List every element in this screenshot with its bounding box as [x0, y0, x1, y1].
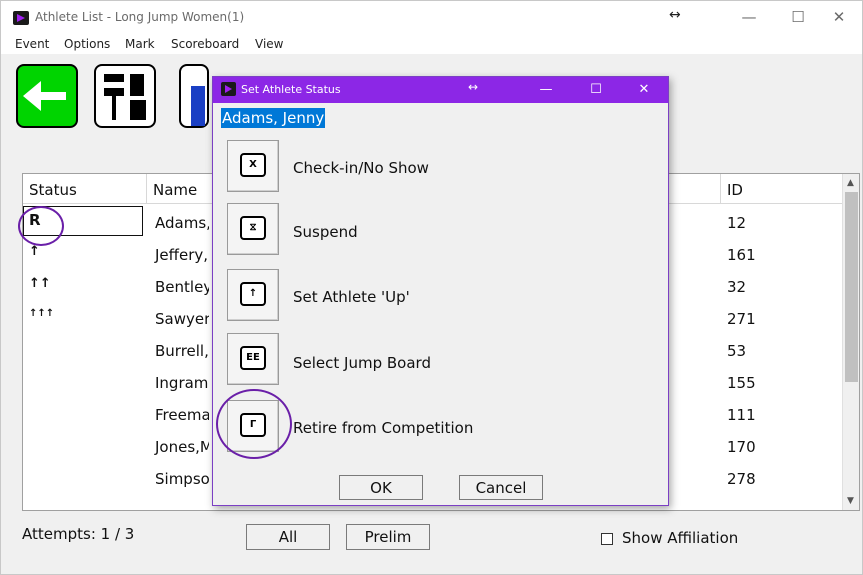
attempts-label: Attempts: 1 / 3	[22, 525, 135, 543]
status-cell	[23, 430, 147, 462]
dialog-title-bar: Set Athlete Status ↔ — ☐ ✕	[213, 77, 668, 103]
resize-arrows-icon: ↔	[669, 7, 681, 23]
all-button[interactable]: All	[246, 524, 330, 550]
resize-arrows-icon: ↔	[468, 80, 479, 94]
checkin-label: Check-in/No Show	[293, 159, 429, 177]
menu-options[interactable]: Options	[64, 37, 110, 51]
retire-label: Retire from Competition	[293, 419, 474, 437]
jump-board-button[interactable]: EE	[227, 333, 279, 385]
show-affiliation-checkbox[interactable]	[601, 533, 613, 545]
dialog-minimize-button[interactable]: —	[531, 80, 561, 100]
scroll-up-icon[interactable]: ▲	[847, 178, 854, 188]
suspend-icon: ⧖	[240, 216, 266, 240]
info-button[interactable]	[179, 64, 209, 128]
suspend-button[interactable]: ⧖	[227, 203, 279, 255]
prelim-button[interactable]: Prelim	[346, 524, 430, 550]
id-cell: 271	[727, 310, 756, 328]
menu-event[interactable]: Event	[15, 37, 49, 51]
selected-athlete-name[interactable]: Adams, Jenny	[221, 108, 326, 128]
athlete-up-label: Set Athlete 'Up'	[293, 288, 410, 306]
name-cell: Burrell,	[155, 342, 209, 360]
name-cell: Jeffery,	[155, 246, 209, 264]
annotation-circle	[18, 206, 64, 246]
status-cell	[23, 334, 147, 366]
name-cell: Sawyer,	[155, 310, 209, 328]
cancel-button[interactable]: Cancel	[459, 475, 543, 500]
show-affiliation-label: Show Affiliation	[622, 529, 739, 547]
menu-mark[interactable]: Mark	[125, 37, 155, 51]
name-cell: Ingram,	[155, 374, 209, 392]
info-icon	[191, 86, 205, 126]
header-status[interactable]: Status	[23, 174, 147, 204]
title-bar: Athlete List - Long Jump Women(1) ↔ — ☐ …	[1, 1, 862, 34]
menu-view[interactable]: View	[255, 37, 283, 51]
id-cell: 161	[727, 246, 756, 264]
id-cell: 12	[727, 214, 747, 232]
minimize-button[interactable]: —	[729, 5, 769, 29]
annotation-circle	[216, 389, 292, 459]
id-cell: 53	[727, 342, 747, 360]
name-cell: Jones,M	[155, 438, 209, 456]
name-cell: Adams,	[155, 214, 209, 232]
scroll-down-icon[interactable]: ▼	[847, 496, 854, 506]
table-scrollbar[interactable]: ▲ ▼	[842, 174, 859, 510]
id-cell: 32	[727, 278, 747, 296]
scroll-thumb[interactable]	[845, 192, 858, 382]
id-cell: 170	[727, 438, 756, 456]
name-cell: Simpson	[155, 470, 209, 488]
id-cell: 278	[727, 470, 756, 488]
id-cell: 111	[727, 406, 756, 424]
id-cell: 155	[727, 374, 756, 392]
app-logo-icon	[221, 82, 236, 96]
status-cell: ↑↑	[29, 276, 51, 291]
app-logo-icon	[13, 11, 29, 25]
maximize-button[interactable]: ☐	[778, 5, 818, 29]
jump-board-icon: EE	[240, 346, 266, 370]
athlete-up-button[interactable]: ↑	[227, 269, 279, 321]
checkin-icon: X	[240, 153, 266, 177]
window-title: Athlete List - Long Jump Women(1)	[35, 10, 245, 24]
header-id[interactable]: ID	[721, 174, 843, 204]
dialog-maximize-button[interactable]: ☐	[581, 80, 611, 100]
set-athlete-status-dialog: Set Athlete Status ↔ — ☐ ✕ Adams, Jenny …	[212, 76, 669, 506]
ok-button[interactable]: OK	[339, 475, 423, 500]
status-cell: ↑↑↑	[29, 308, 55, 319]
menu-bar: Event Options Mark Scoreboard View	[1, 34, 862, 54]
status-cell	[23, 462, 147, 494]
suspend-label: Suspend	[293, 223, 358, 241]
layout-button[interactable]	[94, 64, 156, 128]
status-cell	[23, 398, 147, 430]
status-cell	[23, 366, 147, 398]
checkin-button[interactable]: X	[227, 140, 279, 192]
name-cell: Bentley,	[155, 278, 209, 296]
dialog-close-button[interactable]: ✕	[629, 80, 659, 100]
dialog-title: Set Athlete Status	[241, 83, 341, 96]
athlete-up-icon: ↑	[240, 282, 266, 306]
close-button[interactable]: ✕	[819, 5, 859, 29]
menu-scoreboard[interactable]: Scoreboard	[171, 37, 239, 51]
back-button[interactable]	[16, 64, 78, 128]
name-cell: Freeman	[155, 406, 209, 424]
jump-board-label: Select Jump Board	[293, 354, 431, 372]
